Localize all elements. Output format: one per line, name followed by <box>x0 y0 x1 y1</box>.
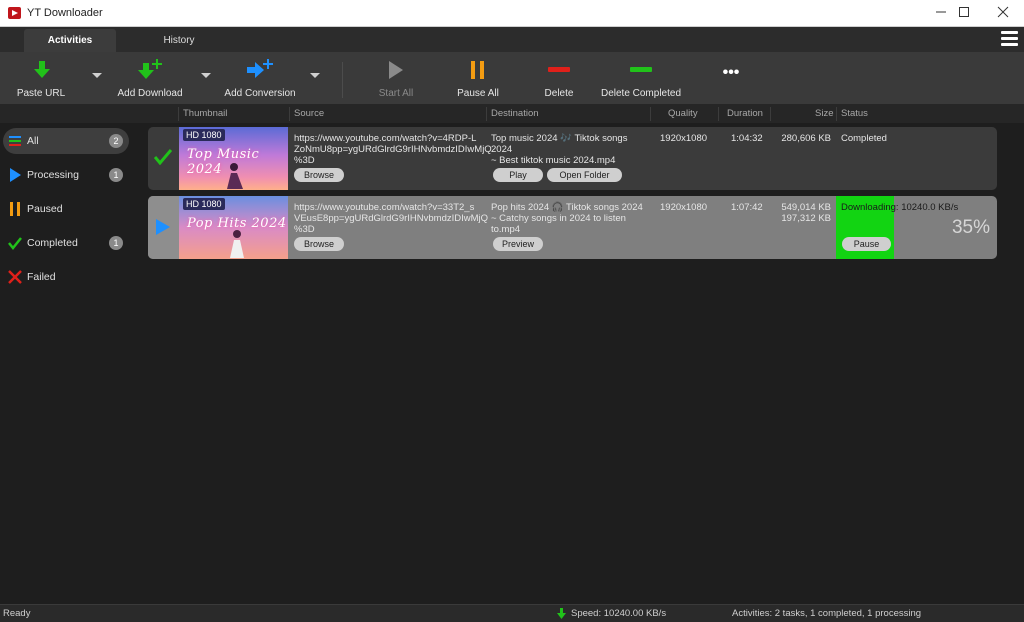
thumbnail-figure-icon <box>230 230 244 258</box>
sidebar-item-label: Paused <box>27 203 63 215</box>
delete-completed-button[interactable]: Delete Completed <box>600 58 682 102</box>
minus-red-icon <box>548 67 570 72</box>
table-row[interactable]: HD 1080 Top Music 2024 https://www.youtu… <box>148 127 997 190</box>
delete-completed-label: Delete Completed <box>600 88 682 99</box>
duration-value: 1:04:32 <box>731 133 763 144</box>
sidebar-item-all[interactable]: All 2 <box>3 128 129 154</box>
source-url: https://www.youtube.com/watch?v=4RDP-L Zo… <box>294 133 492 166</box>
menu-icon[interactable] <box>1001 31 1018 46</box>
sidebar-item-label: Completed <box>27 237 78 249</box>
start-all-label: Start All <box>378 88 414 99</box>
toolbar-separator <box>342 62 343 98</box>
close-button[interactable] <box>980 0 1024 27</box>
col-quality[interactable]: Quality <box>668 108 698 119</box>
sidebar: All 2 Processing 1 Paused Completed 1 Fa… <box>0 123 140 604</box>
play-button[interactable]: Play <box>493 168 543 182</box>
table-row[interactable]: HD 1080 Pop Hits 2024 https://www.youtub… <box>148 196 997 259</box>
speed-arrow-icon <box>557 608 566 619</box>
add-conversion-dropdown-icon[interactable] <box>310 73 320 78</box>
hd-badge: HD 1080 <box>183 198 225 210</box>
toolbar: Paste URL Add Download Add Conversion St… <box>0 52 1024 104</box>
check-icon <box>8 237 22 250</box>
tab-bar: Activities History <box>0 27 1024 52</box>
quality-value: 1920x1080 <box>660 133 708 144</box>
sidebar-item-failed[interactable]: Failed <box>3 264 129 290</box>
pause-all-label: Pause All <box>457 88 499 99</box>
thumbnail-title: Pop Hits 2024 <box>187 216 287 231</box>
open-folder-button[interactable]: Open Folder <box>547 168 622 182</box>
preview-button[interactable]: Preview <box>493 237 543 251</box>
ready-status: Ready <box>3 608 31 619</box>
count-badge: 1 <box>109 236 123 250</box>
sidebar-item-paused[interactable]: Paused <box>3 196 129 222</box>
col-duration[interactable]: Duration <box>727 108 763 119</box>
add-conversion-icon <box>247 59 273 78</box>
activities-status: Activities: 2 tasks, 1 completed, 1 proc… <box>732 608 922 619</box>
delete-button[interactable]: Delete <box>536 58 582 102</box>
col-destination[interactable]: Destination <box>491 108 539 119</box>
size-value: 280,606 KB <box>781 133 831 144</box>
paste-url-dropdown-icon[interactable] <box>92 73 102 78</box>
add-download-button[interactable]: Add Download <box>116 58 184 102</box>
delete-label: Delete <box>544 88 574 99</box>
maximize-icon <box>959 7 969 17</box>
play-icon <box>389 61 403 79</box>
status-text: Completed <box>841 133 887 144</box>
title-bar: YT Downloader <box>0 0 1024 27</box>
col-status[interactable]: Status <box>841 108 868 119</box>
cross-icon <box>8 270 22 284</box>
status-text: Downloading: 10240.0 KB/s <box>841 202 959 213</box>
window-title: YT Downloader <box>27 7 103 19</box>
start-all-button[interactable]: Start All <box>372 58 420 102</box>
paste-url-label: Paste URL <box>16 88 66 99</box>
destination-path: Pop hits 2024 🎧 Tiktok songs 2024 ~ Catch… <box>491 202 643 235</box>
play-icon <box>10 168 21 182</box>
pause-icon <box>10 202 20 216</box>
paste-url-button[interactable]: Paste URL <box>12 58 70 102</box>
destination-path: Top music 2024 🎶 Tiktok songs 2024 ~ Best… <box>491 133 628 166</box>
count-badge: 1 <box>109 168 123 182</box>
status-bar: Ready Speed: 10240.00 KB/s Activities: 2… <box>0 604 1024 622</box>
pause-icon <box>471 61 484 79</box>
progress-percent: 35% <box>951 217 990 238</box>
column-header: Thumbnail Source Destination Quality Dur… <box>0 104 1024 123</box>
close-icon <box>997 6 1009 18</box>
browse-button[interactable]: Browse <box>294 168 344 182</box>
minus-green-icon <box>630 67 652 72</box>
col-source[interactable]: Source <box>294 108 324 119</box>
sidebar-item-processing[interactable]: Processing 1 <box>3 162 129 188</box>
more-options-icon[interactable]: ••• <box>712 64 750 108</box>
app-logo-icon <box>8 7 21 19</box>
thumbnail-title: Top Music 2024 <box>187 147 260 177</box>
quality-value: 1920x1080 <box>660 202 708 213</box>
processing-play-icon <box>156 219 170 235</box>
add-download-label: Add Download <box>117 88 183 99</box>
col-size[interactable]: Size <box>815 108 833 119</box>
hd-badge: HD 1080 <box>183 129 225 141</box>
completed-check-icon <box>154 149 172 165</box>
size-value: 549,014 KB 197,312 KB <box>781 202 831 224</box>
add-download-dropdown-icon[interactable] <box>201 73 211 78</box>
source-url: https://www.youtube.com/watch?v=33T2_s VE… <box>294 202 489 235</box>
col-thumbnail[interactable]: Thumbnail <box>183 108 227 119</box>
pause-all-button[interactable]: Pause All <box>454 58 502 102</box>
tab-history[interactable]: History <box>140 29 218 52</box>
sidebar-item-label: Processing <box>27 169 79 181</box>
add-conversion-label: Add Conversion <box>224 88 296 99</box>
video-thumbnail[interactable]: HD 1080 Pop Hits 2024 <box>179 196 288 259</box>
sidebar-item-label: Failed <box>27 271 56 283</box>
sidebar-item-completed[interactable]: Completed 1 <box>3 230 129 256</box>
video-thumbnail[interactable]: HD 1080 Top Music 2024 <box>179 127 288 190</box>
add-download-icon <box>138 59 162 79</box>
list-icon <box>9 136 21 146</box>
speed-status: Speed: 10240.00 KB/s <box>571 608 667 619</box>
browse-button[interactable]: Browse <box>294 237 344 251</box>
download-arrow-icon <box>34 61 50 78</box>
tab-activities[interactable]: Activities <box>24 29 116 52</box>
pause-button[interactable]: Pause <box>842 237 891 251</box>
add-conversion-button[interactable]: Add Conversion <box>224 58 296 102</box>
count-badge: 2 <box>109 134 123 148</box>
sidebar-item-label: All <box>27 135 39 147</box>
duration-value: 1:07:42 <box>731 202 763 213</box>
